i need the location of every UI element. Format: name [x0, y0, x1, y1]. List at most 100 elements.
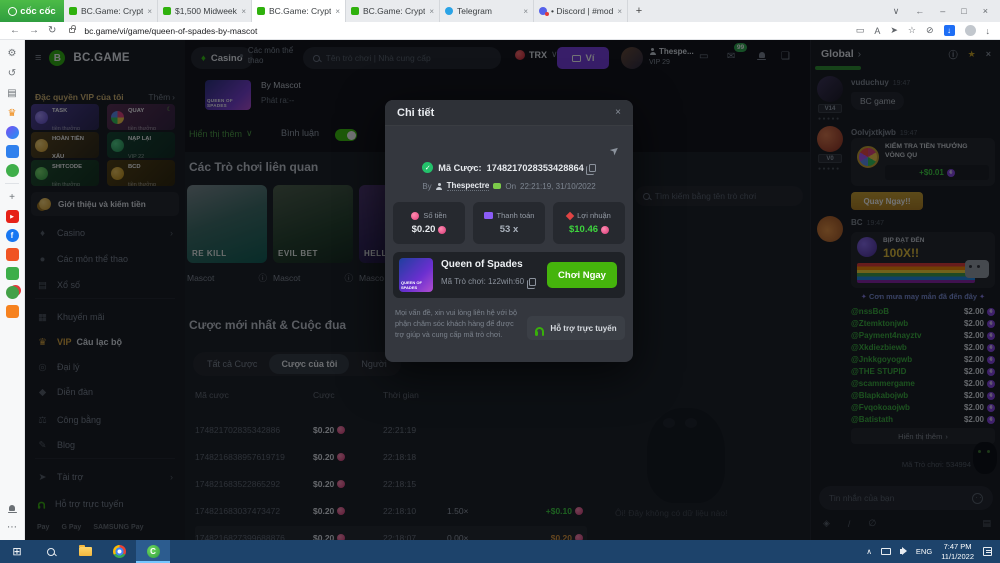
tab-close-icon[interactable]: ×	[335, 7, 340, 16]
browser-tab-discord[interactable]: • Discord | #mod-announc ×	[534, 0, 628, 22]
calendar-promo-icon[interactable]	[6, 267, 19, 280]
on-label: On	[505, 182, 516, 191]
bcgame-favicon	[163, 7, 171, 15]
tab-close-icon[interactable]: ×	[617, 7, 622, 16]
coccoc-logo-icon	[8, 7, 17, 16]
share-icon[interactable]: ➤	[607, 143, 622, 159]
game-thumbnail[interactable]: QUEEN OF SPADES	[399, 258, 433, 292]
url-text[interactable]: bc.game/vi/game/queen-of-spades-by-masco…	[84, 26, 257, 36]
adblock-shield-icon[interactable]: ⊘	[926, 25, 934, 36]
share-icon[interactable]: ➤	[890, 25, 898, 36]
extension-download-icon[interactable]: ↓	[944, 25, 955, 36]
tray-expand-icon[interactable]: ∧	[866, 547, 872, 556]
zalo-icon[interactable]	[6, 145, 19, 158]
modal-game-card: QUEEN OF SPADES Queen of Spades Mã Trò c…	[393, 252, 625, 298]
action-center-icon[interactable]	[983, 547, 992, 556]
coccoc-brand[interactable]: cốc cốc	[0, 0, 64, 22]
browser-tab-strip: cốc cốc BC.Game: Crypto Casino Ga × $1,5…	[0, 0, 1000, 22]
shop-icon[interactable]	[6, 248, 19, 261]
minimize-button[interactable]: –	[940, 6, 945, 16]
back-icon[interactable]: ←	[10, 26, 20, 36]
network-icon[interactable]	[881, 548, 891, 555]
boss-mode-icon[interactable]: ←	[915, 6, 924, 16]
stat-payout: Thanh toán 53 x	[473, 202, 545, 244]
profit-icon	[566, 211, 574, 219]
player-name[interactable]: Thespectre	[447, 181, 490, 191]
save-media-icon[interactable]: ▭	[856, 25, 865, 36]
discord-favicon	[539, 7, 547, 15]
modal-title: Chi tiết	[397, 107, 434, 119]
downloads-icon[interactable]: ↓	[986, 26, 991, 36]
bet-id-label: Mã Cược:	[438, 163, 481, 173]
notifications-bell-icon[interactable]	[8, 505, 17, 514]
translate-icon[interactable]: A	[874, 26, 880, 36]
facebook-icon[interactable]: f	[6, 229, 19, 242]
bcgame-favicon	[69, 7, 77, 15]
live-support-button[interactable]: Hỗ trợ trực tuyến	[527, 316, 625, 340]
tab-close-icon[interactable]: ×	[523, 7, 528, 16]
tab-search-icon[interactable]: ∨	[893, 6, 900, 17]
volume-icon[interactable]	[900, 549, 903, 554]
bcgame-favicon	[351, 7, 359, 15]
player-avatar-icon	[436, 183, 443, 190]
cart-icon[interactable]	[6, 305, 19, 318]
windows-taskbar: ⊞ C ∧ ENG 7:47 PM 11/1/2022	[0, 540, 1000, 563]
bcgame-page: ≡ B BC.GAME Đặc quyền VIP của tôi Thêm› …	[25, 40, 1000, 540]
headset-icon	[535, 327, 544, 333]
bookmark-star-icon[interactable]: ☆	[908, 25, 916, 36]
tab-title: BC.Game: Crypto Casino Ga	[363, 6, 425, 16]
language-indicator[interactable]: ENG	[916, 547, 932, 556]
profile-avatar[interactable]	[965, 25, 976, 36]
bet-details-modal: Chi tiết × ➤ ✓ Mã Cược: 1748217028353428…	[385, 100, 633, 362]
tab-close-icon[interactable]: ×	[147, 7, 152, 16]
deals-icon[interactable]	[6, 286, 19, 299]
bcd-coin-icon	[438, 226, 446, 234]
taskbar-search-icon[interactable]	[34, 540, 68, 563]
stat-amount: Số tiền $0.20	[393, 202, 465, 244]
youtube-icon[interactable]: ▶	[6, 210, 19, 223]
taskbar-clock[interactable]: 7:47 PM 11/1/2022	[941, 542, 974, 561]
tab-title: $1,500 Midweek Mascot Mu	[175, 6, 237, 16]
copy-icon[interactable]	[529, 278, 536, 286]
bet-timestamp: 22:21:19, 31/10/2022	[520, 182, 596, 191]
bcgame-favicon	[257, 7, 265, 15]
ssl-lock-icon[interactable]	[69, 28, 75, 33]
chrome-icon[interactable]	[102, 540, 136, 563]
browser-tab-telegram[interactable]: Telegram ×	[440, 0, 534, 22]
reload-icon[interactable]: ↻	[48, 26, 56, 36]
forward-icon[interactable]: →	[29, 26, 39, 36]
game-code: Mã Trò chơi: 1z2wih:60	[441, 277, 536, 286]
tab-title: • Discord | #mod-announc	[551, 6, 613, 16]
play-now-button[interactable]: Chơi Ngay	[547, 262, 617, 288]
add-shortcut-icon[interactable]: +	[5, 190, 19, 204]
browser-tab-3-active[interactable]: BC.Game: Crypto Casino Ga ×	[252, 0, 346, 22]
start-button[interactable]: ⊞	[0, 540, 34, 563]
maximize-button[interactable]: □	[961, 6, 966, 16]
browser-tab-2[interactable]: $1,500 Midweek Mascot Mu ×	[158, 0, 252, 22]
messenger-icon[interactable]	[6, 126, 19, 139]
tab-close-icon[interactable]: ×	[241, 7, 246, 16]
tab-close-icon[interactable]: ×	[429, 7, 434, 16]
reading-list-icon[interactable]: ▤	[5, 86, 19, 100]
close-window-button[interactable]: ×	[983, 6, 988, 16]
stat-profit: Lợi nhuận $10.46	[553, 202, 625, 244]
copy-icon[interactable]	[589, 164, 596, 172]
modal-close-icon[interactable]: ×	[615, 107, 621, 118]
bcd-coin-icon	[601, 226, 609, 234]
settings-gear-icon[interactable]: ⚙	[5, 46, 19, 60]
brand-label: cốc cốc	[20, 6, 55, 17]
support-note-text: Mọi vấn đề, xin vui lòng liên hệ với bộ …	[395, 308, 523, 341]
more-options-icon[interactable]: ⋯	[5, 520, 19, 534]
games-icon[interactable]	[6, 164, 19, 177]
new-tab-button[interactable]: +	[628, 0, 650, 22]
telegram-favicon	[445, 7, 453, 15]
vip-crown-icon[interactable]: ♛	[5, 106, 19, 120]
bet-id-value: 1748217028353428864	[487, 163, 584, 173]
history-icon[interactable]: ↺	[5, 66, 19, 80]
file-explorer-icon[interactable]	[68, 540, 102, 563]
browser-tab-4[interactable]: BC.Game: Crypto Casino Ga ×	[346, 0, 440, 22]
coccoc-taskbar-icon[interactable]: C	[136, 540, 170, 563]
browser-sidebar: ⚙ ↺ ▤ ♛ + ▶ f ⋯	[0, 40, 25, 540]
verified-check-icon: ✓	[422, 162, 433, 173]
browser-tab-1[interactable]: BC.Game: Crypto Casino Ga ×	[64, 0, 158, 22]
